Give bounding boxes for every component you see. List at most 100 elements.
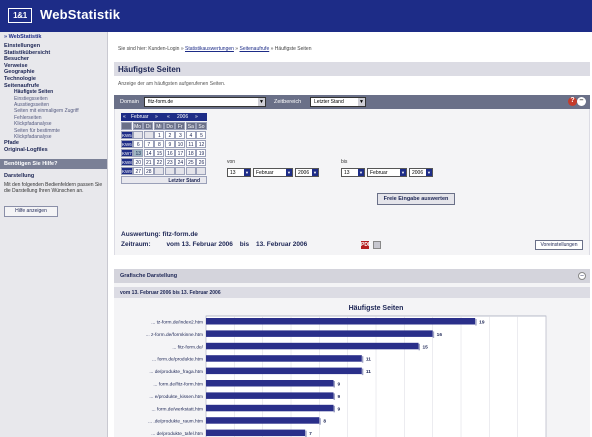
calendar-empty-cell	[164, 166, 175, 175]
calendar-day[interactable]: 8	[154, 139, 165, 148]
period-prefix: Zeitraum:	[121, 241, 151, 248]
calendar-day[interactable]: 28	[143, 166, 154, 175]
calendar-week-row: KW8 20 21 22 23 24 25 26	[121, 157, 207, 166]
calendar-day[interactable]: 25	[185, 157, 196, 166]
bar[interactable]	[206, 367, 362, 375]
from-year-select[interactable]: 2006 ▼	[295, 168, 319, 177]
bar-value-label: 9	[338, 382, 341, 388]
show-help-button[interactable]: Hilfe anzeigen	[4, 206, 58, 218]
calendar-week[interactable]: KW7	[121, 148, 133, 157]
sidebar-item[interactable]: Geographie	[4, 69, 103, 76]
from-month-select[interactable]: Februar ▼	[253, 168, 293, 177]
y-category-label: ... de/produkte_tafel.htm	[151, 431, 203, 437]
calendar-day[interactable]: 16	[164, 148, 175, 157]
calendar-day[interactable]: 22	[154, 157, 165, 166]
calendar-prev-year-button[interactable]: «	[167, 114, 170, 120]
bar[interactable]	[206, 429, 306, 437]
calendar-day[interactable]: 15	[154, 148, 165, 157]
domain-label: Domain	[120, 99, 139, 105]
y-category-label: ... form.de/werkstatt.htm	[152, 406, 203, 412]
calendar-day[interactable]: 24	[175, 157, 186, 166]
sidebar-nav: Einstellungen Statistikübersicht Besucher V…	[0, 42, 107, 155]
sidebar-item[interactable]: Verweise	[4, 63, 103, 70]
y-category-label: ... .de/produkte_raum.htm	[148, 419, 203, 425]
calendar-day[interactable]: 27	[133, 166, 144, 175]
domain-select[interactable]: fitz-form.de ▼	[144, 97, 266, 107]
calendar-week[interactable]: KW6	[121, 139, 133, 148]
calendar-day[interactable]: 26	[196, 157, 207, 166]
from-day-value: 13	[230, 170, 236, 176]
calendar-day[interactable]: 10	[175, 139, 186, 148]
from-label: von	[227, 159, 236, 165]
presets-button[interactable]: Voreinstellungen	[535, 240, 583, 250]
collapse-icon[interactable]: –	[578, 272, 586, 280]
y-category-label: ... form.de/produkte.htm	[152, 357, 203, 363]
calendar-month: Februar	[131, 114, 149, 120]
calendar-next-month-button[interactable]: »	[155, 114, 158, 120]
bar-shadow	[432, 331, 435, 338]
calendar-day[interactable]: 12	[196, 139, 207, 148]
period-from: vom 13. Februar 2006	[166, 241, 233, 248]
calendar-day[interactable]: 4	[185, 130, 196, 139]
calendar-week[interactable]: KW9	[121, 166, 133, 175]
bar[interactable]	[206, 355, 362, 362]
period-select[interactable]: Letzter Stand ▼	[310, 97, 366, 107]
calendar-day[interactable]: 18	[185, 148, 196, 157]
bar-shadow	[333, 393, 335, 400]
calendar-day[interactable]: 17	[175, 148, 186, 157]
bar[interactable]	[206, 342, 419, 350]
calendar-day[interactable]: 13	[133, 148, 144, 157]
sidebar-header[interactable]: » WebStatistik	[0, 32, 107, 42]
bar[interactable]	[206, 318, 476, 325]
to-year-select[interactable]: 2006 ▼	[409, 168, 433, 177]
bar[interactable]	[206, 404, 334, 412]
calendar-day[interactable]: 20	[133, 157, 144, 166]
calendar-latest-link[interactable]: Letzter Stand	[121, 176, 207, 184]
bar-value-label: 9	[338, 394, 341, 400]
calendar-day[interactable]: 21	[143, 157, 154, 166]
calendar-day[interactable]: 3	[175, 130, 186, 139]
bar[interactable]	[206, 330, 433, 337]
help-header: Benötigen Sie Hilfe?	[0, 158, 107, 169]
chevron-down-icon: ▼	[426, 169, 432, 176]
bar[interactable]	[206, 380, 334, 387]
export-icon[interactable]	[373, 241, 381, 249]
calendar-weekday: Do	[164, 121, 175, 130]
y-category-label: ... de/produkte_fraga.htm	[149, 369, 203, 375]
calendar-day[interactable]: 23	[164, 157, 175, 166]
calendar-day[interactable]: 7	[143, 139, 154, 148]
sidebar-item[interactable]: Statistikübersicht	[4, 50, 103, 57]
to-month-select[interactable]: Februar ▼	[367, 168, 407, 177]
calendar-week[interactable]: KW8	[121, 157, 133, 166]
sidebar-item[interactable]: Besucher	[4, 56, 103, 63]
help-icon[interactable]: ?	[568, 97, 577, 106]
to-day-select[interactable]: 13 ▼	[341, 168, 365, 177]
calendar-day[interactable]: 14	[143, 148, 154, 157]
pdf-icon[interactable]: PDF	[361, 241, 371, 249]
bar-shadow	[333, 381, 335, 388]
calendar-day[interactable]: 9	[164, 139, 175, 148]
calendar-day[interactable]: 11	[185, 139, 196, 148]
calendar-day[interactable]: 19	[196, 148, 207, 157]
chart-title: Häufigste Seiten	[349, 305, 404, 312]
evaluate-custom-input-button[interactable]: Freie Eingabe auswerten	[377, 193, 455, 205]
calendar-day[interactable]: 5	[196, 130, 207, 139]
calendar-day[interactable]: 6	[133, 139, 144, 148]
sidebar-item[interactable]: Seitenaufrufe	[4, 83, 103, 90]
from-day-select[interactable]: 13 ▼	[227, 168, 251, 177]
calendar-week[interactable]: KW5	[121, 130, 133, 139]
calendar-day[interactable]: 1	[154, 130, 165, 139]
sidebar-item[interactable]: Original-Logfiles	[4, 147, 103, 154]
calendar-next-year-button[interactable]: »	[195, 114, 198, 120]
collapse-icon[interactable]: –	[577, 97, 586, 106]
calendar-day[interactable]: 2	[164, 130, 175, 139]
breadcrumb-link-statistics[interactable]: Statistikauswertungen	[185, 46, 234, 52]
breadcrumb-link-pageviews[interactable]: Seitenaufrufe	[239, 46, 269, 52]
bar[interactable]	[206, 392, 334, 399]
sidebar-item[interactable]: Technologie	[4, 76, 103, 83]
sidebar-item[interactable]: Pfade	[4, 140, 103, 147]
calendar-prev-month-button[interactable]: «	[123, 114, 126, 120]
bar[interactable]	[206, 417, 320, 424]
sidebar-item[interactable]: Einstellungen	[4, 43, 103, 50]
calendar-empty-cell	[143, 130, 154, 139]
